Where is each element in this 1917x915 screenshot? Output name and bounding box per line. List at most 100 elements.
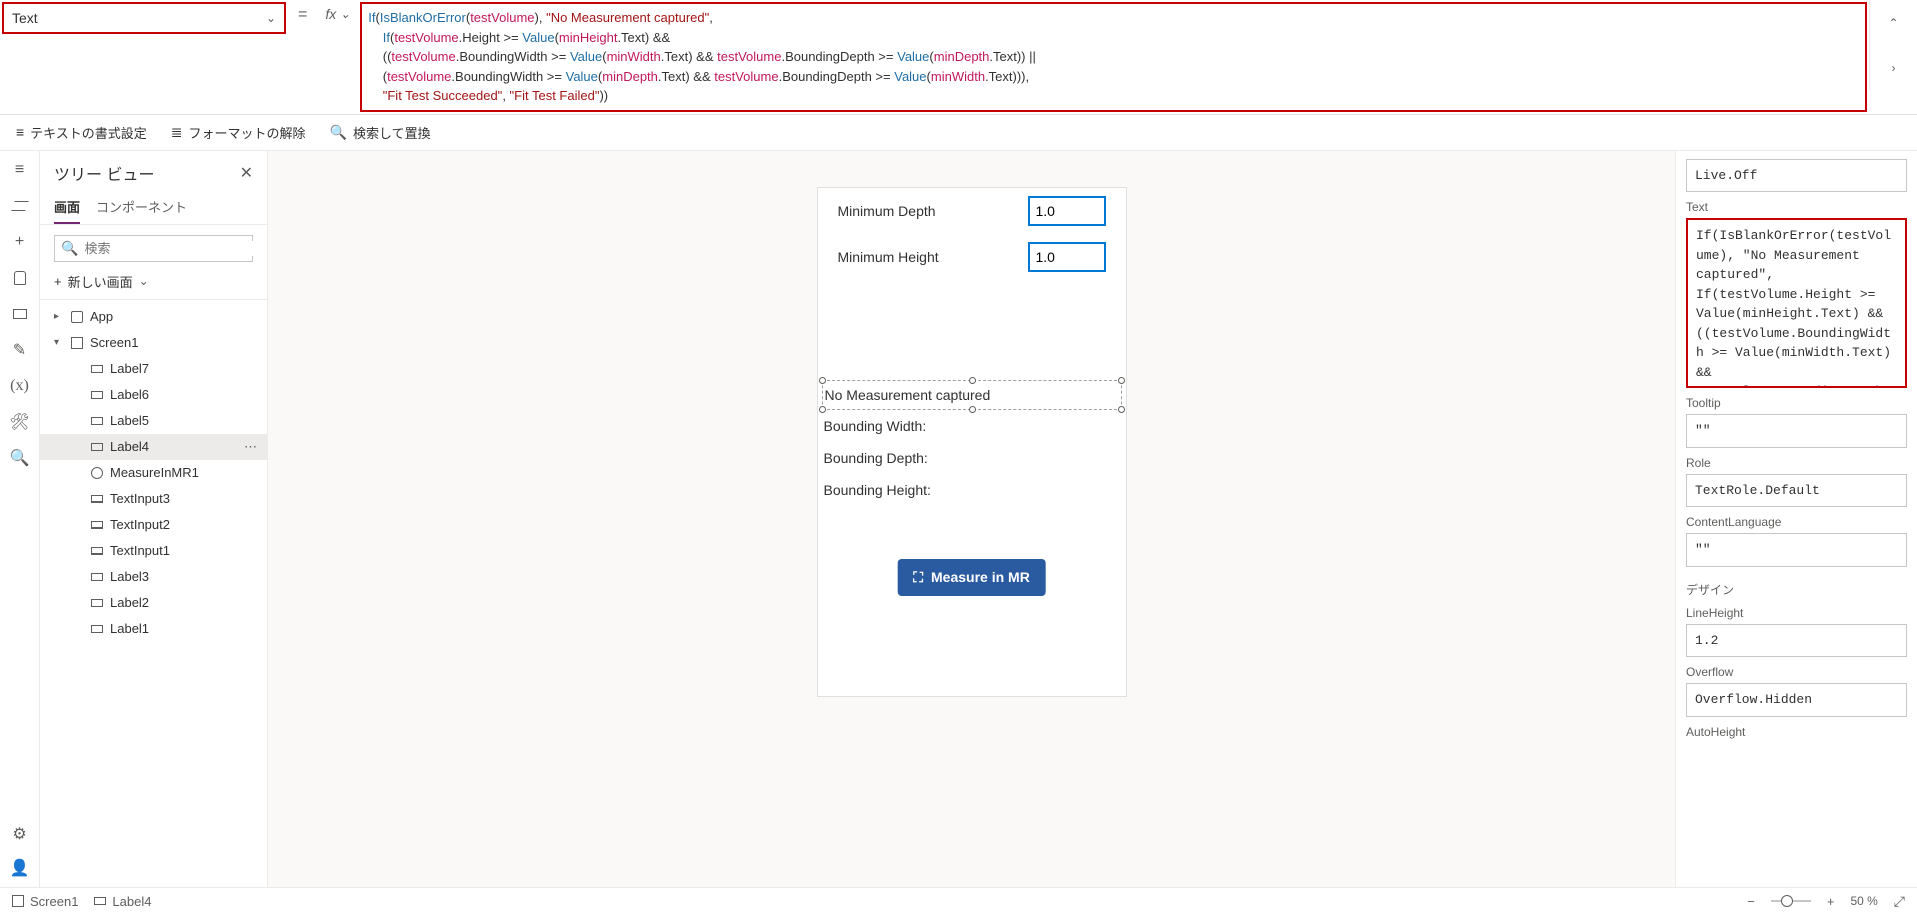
tree-item-label: TextInput3 bbox=[110, 491, 170, 506]
design-canvas[interactable]: Minimum Depth Minimum Height No Measurem… bbox=[268, 187, 1675, 887]
tab-screens[interactable]: 画面 bbox=[54, 191, 80, 224]
tree-item-label1[interactable]: Label1 bbox=[40, 616, 267, 642]
label-icon bbox=[90, 596, 104, 610]
hamburger-icon[interactable]: ≡ bbox=[11, 161, 29, 179]
tree-item-textinput3[interactable]: TextInput3 bbox=[40, 486, 267, 512]
variables-icon[interactable]: (x) bbox=[11, 377, 29, 395]
formula-expand-button[interactable]: › bbox=[1869, 45, 1917, 90]
tree-item-measureinmr1[interactable]: MeasureInMR1 bbox=[40, 460, 267, 486]
measure-btn-label: Measure in MR bbox=[931, 569, 1030, 585]
resize-handle[interactable] bbox=[819, 377, 826, 384]
tree-item-label7[interactable]: Label7 bbox=[40, 356, 267, 382]
tree-item-screen1[interactable]: ▾Screen1 bbox=[40, 330, 267, 356]
tree-item-label: Label4 bbox=[110, 439, 149, 454]
tree-item-label2[interactable]: Label2 bbox=[40, 590, 267, 616]
tree-item-label: TextInput1 bbox=[110, 543, 170, 558]
label-icon bbox=[90, 570, 104, 584]
prop-live-value[interactable]: Live.Off bbox=[1686, 159, 1907, 193]
tree-item-label: MeasureInMR1 bbox=[110, 465, 199, 480]
find-replace-button[interactable]: 🔍 検索して置換 bbox=[330, 123, 431, 142]
min-depth-input[interactable] bbox=[1028, 196, 1106, 226]
tree-item-label: Label5 bbox=[110, 413, 149, 428]
label-icon bbox=[94, 897, 106, 905]
prop-autoheight-label: AutoHeight bbox=[1686, 725, 1907, 739]
tree-item-textinput1[interactable]: TextInput1 bbox=[40, 538, 267, 564]
mr-icon bbox=[90, 466, 104, 480]
tree-item-label5[interactable]: Label5 bbox=[40, 408, 267, 434]
caret-icon[interactable]: ▾ bbox=[54, 337, 64, 348]
tools-icon[interactable]: 🛠 bbox=[11, 413, 29, 431]
min-depth-row: Minimum Depth bbox=[818, 188, 1126, 234]
property-selector-value: Text bbox=[12, 10, 38, 26]
equals-sign: = bbox=[288, 0, 317, 30]
prop-lineheight-value[interactable]: 1.2 bbox=[1686, 624, 1907, 658]
new-screen-button[interactable]: + 新しい画面 ⌄ bbox=[40, 268, 267, 300]
tree-item-textinput2[interactable]: TextInput2 bbox=[40, 512, 267, 538]
prop-contentlanguage-label: ContentLanguage bbox=[1686, 515, 1907, 529]
tree-search[interactable]: 🔍 bbox=[54, 235, 253, 262]
chevron-up-icon: ⌃ bbox=[1888, 16, 1898, 30]
canvas-area: Minimum Depth Minimum Height No Measurem… bbox=[268, 151, 1675, 887]
user-icon[interactable]: 👤 bbox=[11, 859, 29, 877]
text-format-button[interactable]: ≡ テキストの書式設定 bbox=[16, 123, 147, 142]
remove-format-label: フォーマットの解除 bbox=[189, 123, 306, 142]
tab-components[interactable]: コンポーネント bbox=[96, 191, 187, 224]
plus-icon: + bbox=[54, 274, 62, 289]
zoom-slider[interactable] bbox=[1771, 900, 1811, 902]
resize-handle[interactable] bbox=[1118, 377, 1125, 384]
prop-tooltip-value[interactable]: "" bbox=[1686, 414, 1907, 448]
app-icon bbox=[70, 310, 84, 324]
data-icon[interactable] bbox=[11, 269, 29, 287]
selected-label-control[interactable]: No Measurement captured bbox=[822, 380, 1122, 410]
zoom-slider-thumb[interactable] bbox=[1781, 895, 1793, 907]
text-icon bbox=[90, 544, 104, 558]
formula-collapse-button[interactable]: ⌃ bbox=[1869, 0, 1917, 45]
resize-handle[interactable] bbox=[819, 406, 826, 413]
formula-toolbar: ≡ テキストの書式設定 ≣ フォーマットの解除 🔍 検索して置換 bbox=[0, 115, 1917, 151]
footer-tab-label4[interactable]: Label4 bbox=[94, 894, 151, 909]
media-icon[interactable] bbox=[11, 305, 29, 323]
prop-overflow-value[interactable]: Overflow.Hidden bbox=[1686, 683, 1907, 717]
prop-role-value[interactable]: TextRole.Default bbox=[1686, 474, 1907, 508]
zoom-out-button[interactable]: − bbox=[1747, 894, 1755, 909]
prop-text-value[interactable]: If(IsBlankOrError(testVolume), "No Measu… bbox=[1686, 218, 1907, 388]
footer-tab-screen1[interactable]: Screen1 bbox=[12, 894, 78, 909]
fx-label[interactable]: fx ⌄ bbox=[317, 0, 358, 28]
settings-icon[interactable]: ⚙ bbox=[11, 825, 29, 843]
fullscreen-icon[interactable]: ⤢ bbox=[1894, 893, 1905, 910]
more-icon[interactable]: ⋯ bbox=[244, 439, 257, 455]
formula-bar-input[interactable]: If(IsBlankOrError(testVolume), "No Measu… bbox=[360, 2, 1867, 112]
measure-in-mr-button[interactable]: ⛶ Measure in MR bbox=[897, 559, 1046, 596]
resize-handle[interactable] bbox=[969, 406, 976, 413]
close-icon[interactable]: ✕ bbox=[240, 163, 253, 183]
prop-contentlanguage-value[interactable]: "" bbox=[1686, 533, 1907, 567]
insert-icon[interactable]: + bbox=[11, 233, 29, 251]
caret-icon[interactable]: ▸ bbox=[54, 311, 64, 322]
min-height-input[interactable] bbox=[1028, 242, 1106, 272]
zoom-in-button[interactable]: + bbox=[1827, 894, 1835, 909]
rect-icon bbox=[70, 336, 84, 350]
text-icon bbox=[90, 518, 104, 532]
chevron-down-icon: ⌄ bbox=[266, 11, 276, 25]
tree-item-label4[interactable]: Label4 ⋯ bbox=[40, 434, 267, 460]
resize-handle[interactable] bbox=[1118, 406, 1125, 413]
label-icon bbox=[90, 414, 104, 428]
tree-search-input[interactable] bbox=[84, 241, 260, 256]
theme-icon[interactable]: ✎ bbox=[11, 341, 29, 359]
remove-format-button[interactable]: ≣ フォーマットの解除 bbox=[171, 123, 306, 142]
tree-item-label3[interactable]: Label3 bbox=[40, 564, 267, 590]
properties-panel: Live.Off Text If(IsBlankOrError(testVolu… bbox=[1675, 151, 1917, 887]
search-tool-icon[interactable]: 🔍 bbox=[11, 449, 29, 467]
zoom-level: 50 % bbox=[1850, 894, 1877, 908]
label-icon bbox=[90, 622, 104, 636]
resize-handle[interactable] bbox=[969, 377, 976, 384]
tree-item-app[interactable]: ▸App bbox=[40, 304, 267, 330]
prop-role-label: Role bbox=[1686, 456, 1907, 470]
tree-item-label6[interactable]: Label6 bbox=[40, 382, 267, 408]
tree-view-icon[interactable] bbox=[11, 197, 29, 215]
prop-overflow-label: Overflow bbox=[1686, 665, 1907, 679]
property-selector[interactable]: Text ⌄ bbox=[2, 2, 286, 34]
left-nav: ≡ + ✎ (x) 🛠 🔍 ⚙ 👤 bbox=[0, 151, 40, 887]
tree-item-label: Label6 bbox=[110, 387, 149, 402]
bounding-depth-label: Bounding Depth: bbox=[818, 442, 1126, 474]
